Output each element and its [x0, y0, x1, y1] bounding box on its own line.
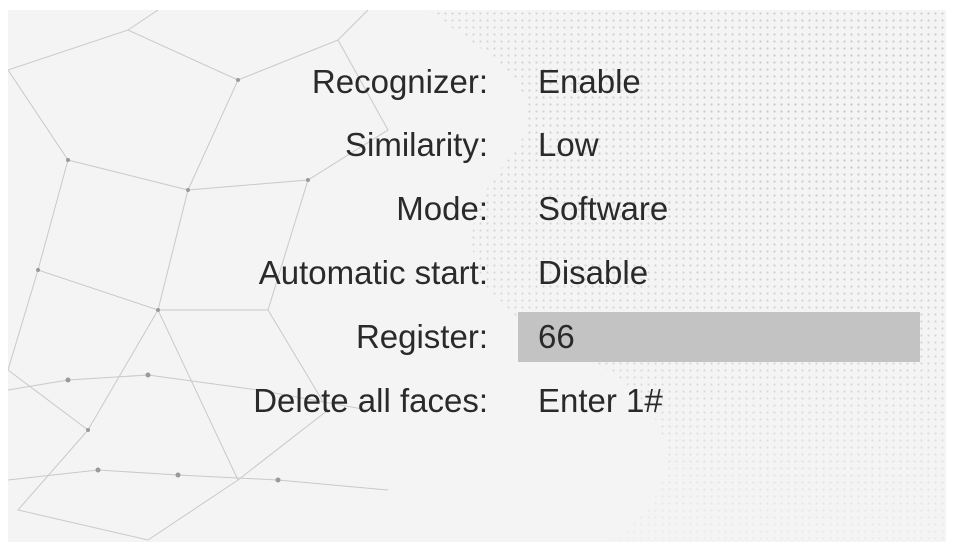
automatic-start-label: Automatic start:	[258, 254, 488, 291]
setting-row-delete-all-faces: Delete all faces: Enter 1#	[8, 374, 946, 428]
delete-all-faces-label: Delete all faces:	[253, 382, 488, 419]
setting-row-register: Register: 66	[8, 310, 946, 364]
setting-row-mode: Mode: Software	[8, 182, 946, 236]
device-screen: Recognizer: Enable Similarity: Low Mode:…	[0, 0, 954, 549]
setting-row-automatic-start: Automatic start: Disable	[8, 246, 946, 300]
register-label: Register:	[355, 318, 488, 355]
similarity-label: Similarity:	[344, 126, 488, 163]
delete-all-faces-value[interactable]: Enter 1#	[518, 376, 920, 426]
mode-value[interactable]: Software	[518, 184, 920, 234]
recognizer-label: Recognizer:	[311, 63, 488, 100]
similarity-value[interactable]: Low	[518, 120, 920, 170]
setting-row-similarity: Similarity: Low	[8, 118, 946, 172]
setting-row-recognizer: Recognizer: Enable	[8, 55, 946, 109]
mode-label: Mode:	[396, 190, 488, 227]
register-value[interactable]: 66	[518, 312, 920, 362]
recognizer-value[interactable]: Enable	[518, 57, 920, 107]
automatic-start-value[interactable]: Disable	[518, 248, 920, 298]
face-recognition-settings: Recognizer: Enable Similarity: Low Mode:…	[8, 10, 946, 542]
settings-panel: Recognizer: Enable Similarity: Low Mode:…	[8, 10, 946, 542]
